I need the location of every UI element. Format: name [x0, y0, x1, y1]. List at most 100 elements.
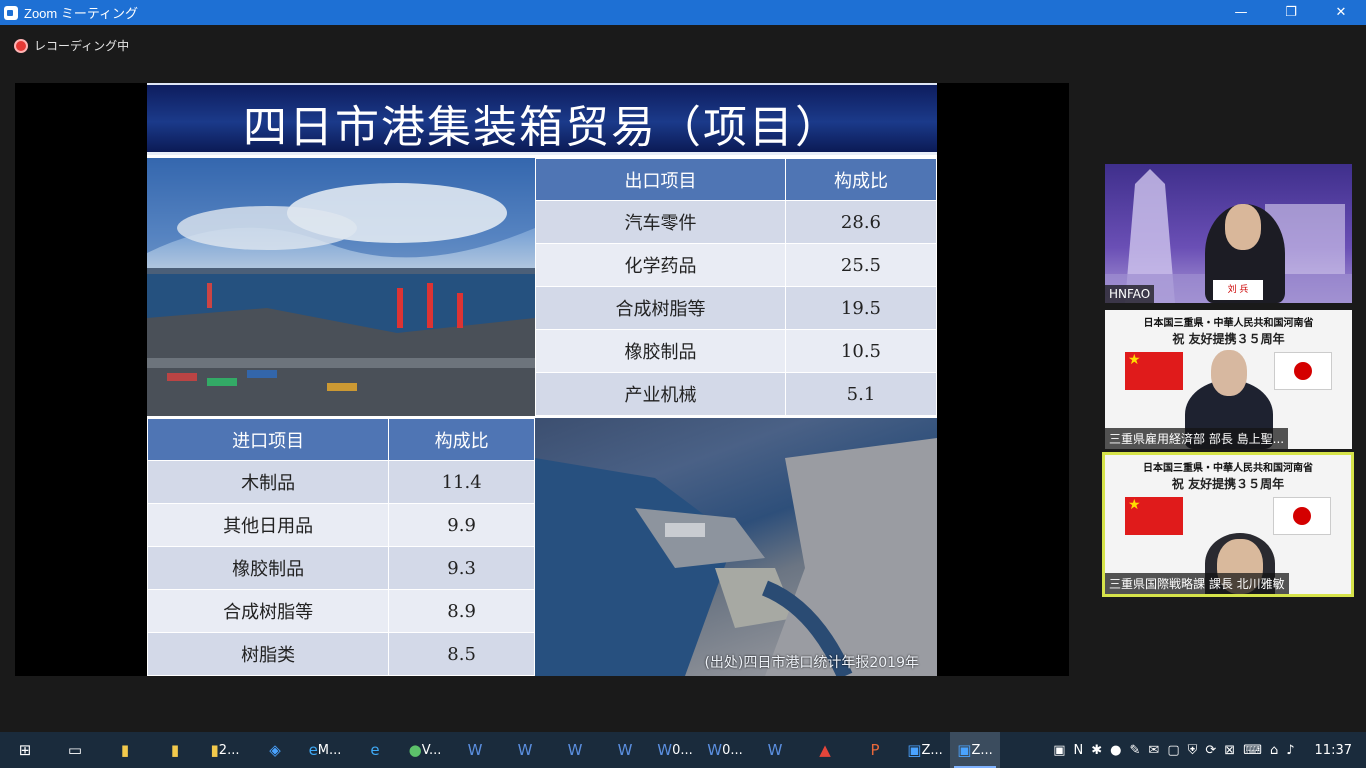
table-cell: 11.4: [388, 460, 535, 504]
china-flag-icon: [1125, 497, 1183, 535]
keyboard-tray-icon[interactable]: ⌨: [1243, 743, 1262, 758]
taskbar-app[interactable]: W 0...: [700, 732, 750, 768]
recording-indicator[interactable]: レコーディング中: [14, 37, 129, 54]
event-banner: 日本国三重県・中華人民共和国河南省: [1143, 463, 1313, 474]
maximize-button[interactable]: ❐: [1266, 0, 1316, 25]
taskbar-app-label: 2...: [218, 742, 240, 758]
taskbar-app-active[interactable]: ▣ Z...: [950, 732, 1000, 768]
taskbar-app[interactable]: W: [750, 732, 800, 768]
table-row: 木制品 11.4: [147, 460, 535, 504]
window-title: Zoom ミーティング: [24, 6, 139, 21]
taskbar-app[interactable]: W: [550, 732, 600, 768]
table-cell: 9.3: [388, 546, 535, 590]
word-icon: W: [617, 741, 633, 759]
close-button[interactable]: ✕: [1316, 0, 1366, 25]
network-tray-icon[interactable]: ✱: [1091, 743, 1102, 758]
taskbar-app[interactable]: W: [500, 732, 550, 768]
table-cell: 合成树脂等: [535, 286, 786, 330]
windows-start-icon[interactable]: ⊞: [0, 732, 50, 768]
record-dot-icon: [14, 38, 28, 53]
minimize-button[interactable]: —: [1216, 0, 1266, 25]
word-icon: W: [517, 741, 533, 759]
slide-title: 四日市港集装箱贸易（项目）: [243, 102, 841, 153]
update-tray-icon[interactable]: ⟳: [1205, 743, 1216, 758]
taskbar-app[interactable]: ▲: [800, 732, 850, 768]
participant-tile[interactable]: 刘 兵 HNFAO: [1105, 164, 1352, 303]
security-tray-icon[interactable]: ⛨: [1188, 743, 1198, 758]
taskbar-app[interactable]: e: [350, 732, 400, 768]
table-row: 化学药品 25.5: [535, 243, 937, 287]
table-row: 合成树脂等 19.5: [535, 286, 937, 330]
taskbar-app[interactable]: P: [850, 732, 900, 768]
taskbar-app-label: Z...: [921, 742, 943, 758]
remote-tray-icon[interactable]: ⊠: [1224, 743, 1235, 758]
wechat-tray-icon[interactable]: ●: [1110, 743, 1121, 758]
table-cell: 10.5: [784, 329, 937, 373]
pen-tray-icon[interactable]: ✎: [1130, 743, 1141, 758]
table-cell: 其他日用品: [147, 503, 390, 547]
taskbar-app[interactable]: W: [600, 732, 650, 768]
participant-name: 三重県国際戦略課 課長 北川雅敏: [1105, 573, 1289, 594]
table-cell: 橡胶制品: [147, 546, 390, 590]
table-cell: 8.9: [388, 589, 535, 633]
clock[interactable]: 11:37: [1315, 743, 1352, 758]
table-cell: 汽车零件: [535, 200, 786, 244]
taskbar-app-label: Z...: [971, 742, 993, 758]
windows-taskbar: ⊞ ▭ ▮ ▮ ▮ 2... ◈ e M... e ● V... W W W W W0…: [0, 732, 1366, 768]
taskbar-app[interactable]: ▮: [100, 732, 150, 768]
aerial-photo: (出处)四日市港口统计年报2019年: [535, 418, 937, 676]
taskbar-app[interactable]: ▣ Z...: [900, 732, 950, 768]
taskbar-app[interactable]: ▮: [150, 732, 200, 768]
wifi-tray-icon[interactable]: ⌂: [1270, 743, 1278, 758]
onenote-tray-icon[interactable]: N: [1074, 743, 1084, 758]
task-view-icon[interactable]: ▭: [50, 732, 100, 768]
participant-tile-active-speaker[interactable]: 日本国三重県・中華人民共和国河南省 祝 友好提携３５周年 三重県国際戦略課 課長…: [1102, 452, 1354, 597]
participant-name: 三重県雇用経済部 部長 島上聖...: [1105, 428, 1289, 449]
taskbar-app[interactable]: ● V...: [400, 732, 450, 768]
word-icon: W: [657, 741, 673, 759]
table-row: 产业机械 5.1: [535, 372, 937, 416]
participant-tile[interactable]: 日本国三重県・中華人民共和国河南省 祝 友好提携３５周年 三重県雇用経済部 部長…: [1105, 310, 1352, 449]
ie-icon: e: [308, 741, 318, 759]
wechat-icon: ●: [408, 741, 422, 759]
export-header-ratio: 构成比: [784, 158, 937, 201]
recording-label: レコーディング中: [34, 39, 130, 53]
taskbar-app[interactable]: W 0...: [650, 732, 700, 768]
taskbar-app[interactable]: ▮ 2...: [200, 732, 250, 768]
table-cell: 25.5: [784, 243, 937, 287]
import-table: 进口项目 构成比 木制品 11.4 其他日用品 9.9 橡胶制品 9.3 合成树脂等 8…: [147, 418, 535, 676]
taskbar-app-label: 0...: [672, 742, 693, 758]
participant-face: [1211, 350, 1247, 396]
table-cell: 产业机械: [535, 372, 786, 416]
table-row: 合成树脂等 8.9: [147, 589, 535, 633]
volume-tray-icon[interactable]: ♪: [1286, 743, 1294, 758]
taskbar-app[interactable]: W: [450, 732, 500, 768]
table-row: 汽车零件 28.6: [535, 200, 937, 244]
table-row: 树脂类 8.5: [147, 632, 535, 676]
taskbar-app-label: M...: [317, 742, 342, 758]
zoom-icon: [4, 5, 18, 20]
table-cell: 28.6: [784, 200, 937, 244]
taskbar-app[interactable]: e M...: [300, 732, 350, 768]
folder-icon: ▮: [170, 741, 180, 759]
import-header-item: 进口项目: [147, 418, 390, 461]
table-cell: 8.5: [388, 632, 535, 676]
taskbar-app-label: 0...: [722, 742, 743, 758]
japan-flag-icon: [1274, 352, 1332, 390]
table-cell: 木制品: [147, 460, 390, 504]
display-tray-icon[interactable]: ▢: [1167, 743, 1179, 758]
title-bar: Zoom ミーティング — ❐ ✕: [0, 0, 1366, 25]
taskbar-app-label: V...: [421, 742, 442, 758]
table-cell: 树脂类: [147, 632, 390, 676]
mail-tray-icon[interactable]: ✉: [1148, 743, 1159, 758]
zoom-tray-icon[interactable]: ▣: [1053, 743, 1065, 758]
export-table: 出口项目 构成比 汽车零件 28.6 化学药品 25.5 合成树脂等 19.5 橡胶制…: [535, 158, 937, 416]
taskbar-app[interactable]: ◈: [250, 732, 300, 768]
china-flag-icon: [1125, 352, 1183, 390]
slide-header: 四日市港集装箱贸易（项目）: [147, 83, 937, 155]
table-row: 橡胶制品 9.3: [147, 546, 535, 590]
japan-flag-icon: [1273, 497, 1331, 535]
port-photo: [147, 158, 535, 416]
export-header-item: 出口项目: [535, 158, 786, 201]
event-banner-sub: 祝 友好提携３５周年: [1172, 332, 1285, 346]
